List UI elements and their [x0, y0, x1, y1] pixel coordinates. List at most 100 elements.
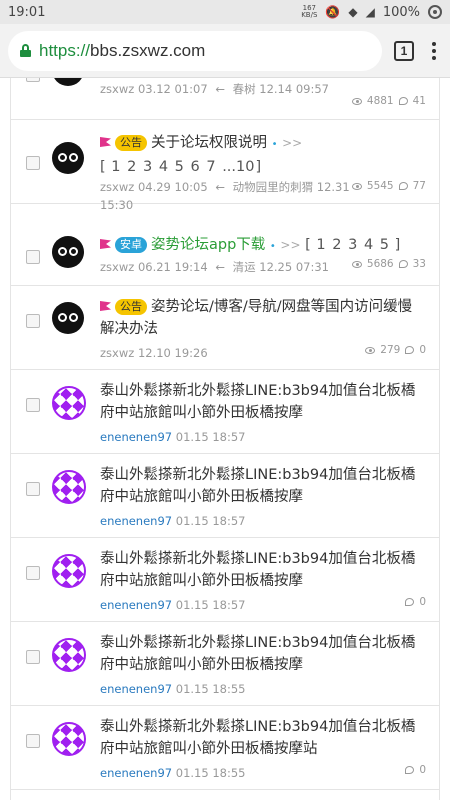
thread-pages: [ 1 2 3 4 5 6 7 ...10]	[100, 159, 262, 175]
avatar[interactable]	[52, 470, 86, 504]
replies-icon	[398, 182, 408, 190]
author-link[interactable]: zsxwz	[100, 260, 134, 274]
thread-checkbox[interactable]	[26, 566, 40, 580]
thread-title-link[interactable]: 关于论坛权限说明	[151, 135, 267, 151]
page-link[interactable]: 3	[348, 237, 357, 253]
thread-stats: 4881 41	[351, 95, 426, 107]
page-link[interactable]: 7	[206, 159, 215, 175]
author-link[interactable]: enenenen97	[100, 766, 172, 780]
replies-icon	[405, 598, 415, 606]
replies-icon	[398, 97, 408, 105]
views-icon	[365, 346, 376, 354]
avatar[interactable]	[52, 722, 86, 756]
thread-stats: 0	[405, 596, 426, 608]
last-poster-link[interactable]: 清运	[233, 260, 256, 274]
views-icon	[351, 182, 362, 190]
thread-checkbox[interactable]	[26, 314, 40, 328]
category-badge[interactable]: 公告	[115, 135, 147, 151]
views-icon	[351, 97, 362, 105]
author-link[interactable]: zsxwz	[100, 82, 134, 96]
flag-icon	[100, 301, 111, 311]
thread-checkbox[interactable]	[26, 250, 40, 264]
last-poster-link[interactable]: 春树	[233, 82, 256, 96]
last-poster-link[interactable]: 动物园里的刺猬	[233, 180, 314, 194]
page-link[interactable]: 5	[380, 237, 389, 253]
lock-icon	[20, 44, 31, 57]
thread-checkbox[interactable]	[26, 482, 40, 496]
thread-checkbox[interactable]	[26, 650, 40, 664]
thread-title-link[interactable]: 姿势论坛app下载	[151, 237, 265, 253]
thread-row[interactable]: 安卓 姿势论坛app下载 • >> [ 1 2 3 4 5 ] zsxwz 06.…	[10, 204, 440, 286]
thread-meta: enenenen97 01.15 18:57	[100, 430, 246, 444]
avatar[interactable]	[52, 142, 84, 174]
thread-row[interactable]: >> [ 1 2 3 4 5 6 ] zsxwz 03.12 01:07 ← 春…	[10, 78, 440, 120]
thread-row[interactable]: 泰山外鬆搽新北外鬆搽LINE:b3b94加值台北板橋府中站旅館叫小節外田板橋按摩…	[10, 538, 440, 622]
tab-switcher-button[interactable]: 1	[394, 40, 414, 61]
page-link[interactable]: 5	[175, 159, 184, 175]
thread-meta: enenenen97 01.15 18:55	[100, 766, 246, 780]
thread-checkbox[interactable]	[26, 398, 40, 412]
thread-row[interactable]: 泰山外鬆搽新北外鬆搽LINE:b3b94加值台北板橋府中站旅館叫小節外田板橋按摩…	[10, 622, 440, 706]
page-link[interactable]: 2	[332, 237, 341, 253]
thread-meta: enenenen97 01.15 18:57	[100, 514, 246, 528]
wifi-icon: ◆	[348, 5, 358, 19]
author-link[interactable]: enenenen97	[100, 430, 172, 444]
status-icons: 167 KB/S 🔕 ◆ ◢ 100%	[301, 5, 442, 20]
thread-title-link[interactable]: 泰山外鬆搽新北外鬆搽LINE:b3b94加值台北板橋府中站旅館叫小節外田板橋按摩	[100, 383, 415, 421]
thread-title-link[interactable]: 泰山外鬆搽新北外鬆搽LINE:b3b94加值台北板橋府中站旅館叫小節外田板橋按摩	[100, 551, 415, 589]
thread-checkbox[interactable]	[26, 78, 40, 82]
page-link[interactable]: 1	[111, 159, 120, 175]
thread-stats: 0	[405, 764, 426, 776]
page-link[interactable]: 6	[191, 159, 200, 175]
thread-stats: 279 0	[365, 344, 426, 356]
signal-icon: ◢	[365, 5, 375, 19]
page-link[interactable]: 2	[127, 159, 136, 175]
page-link[interactable]: 1	[316, 237, 325, 253]
category-badge[interactable]: 公告	[115, 299, 147, 315]
net-speed: 167 KB/S	[301, 4, 318, 19]
avatar[interactable]	[52, 236, 84, 268]
thread-checkbox[interactable]	[26, 734, 40, 748]
thread-stats: 5686 33	[351, 258, 426, 270]
page-link[interactable]: 4	[159, 159, 168, 175]
avatar[interactable]	[52, 638, 86, 672]
thread-title-link[interactable]: 泰山外鬆搽新北外鬆搽LINE:b3b94加值台北板橋府中站旅館叫小節外田板橋按摩	[100, 635, 415, 673]
author-link[interactable]: zsxwz	[100, 180, 134, 194]
battery-icon	[428, 5, 442, 19]
page-link[interactable]: 4	[364, 237, 373, 253]
avatar[interactable]	[52, 386, 86, 420]
category-badge[interactable]: 安卓	[115, 237, 147, 253]
overflow-menu-icon[interactable]	[426, 41, 442, 60]
thread-checkbox[interactable]	[26, 156, 40, 170]
thread-list: >> [ 1 2 3 4 5 6 ] zsxwz 03.12 01:07 ← 春…	[0, 78, 450, 800]
thread-title-link[interactable]: 泰山外鬆搽新北外鬆搽LINE:b3b94加值台北板橋府中站旅館叫小節外田板橋按摩…	[100, 719, 415, 757]
replies-icon	[405, 766, 415, 774]
avatar[interactable]	[52, 554, 86, 588]
battery-percent: 100%	[382, 4, 420, 20]
page-link[interactable]: ...10	[222, 159, 254, 175]
page-link[interactable]: 3	[143, 159, 152, 175]
flag-icon	[100, 239, 111, 249]
author-link[interactable]: enenenen97	[100, 682, 172, 696]
author-link[interactable]: enenenen97	[100, 514, 172, 528]
thread-row[interactable]: 泰山外鬆搽新北外鬆搽LINE:b3b94加值台北板橋府中站旅館叫小節外田板橋按摩…	[10, 454, 440, 538]
address-bar[interactable]: https://bbs.zsxwz.com	[8, 30, 382, 71]
thread-stats: 5545 77	[351, 180, 426, 192]
flag-icon	[100, 137, 111, 147]
replies-icon	[398, 260, 408, 268]
replies-icon	[405, 346, 415, 354]
browser-toolbar: https://bbs.zsxwz.com 1	[0, 24, 450, 78]
thread-row[interactable]: 泰山外鬆搽新北外鬆搽LINE:b3b94加值台北板橋府中站旅館叫小節外田板橋按摩…	[10, 706, 440, 790]
clock: 19:01	[8, 4, 46, 20]
thread-row[interactable]: 泰山外鬆搽新北外鬆搽LINE:b3b94加值台北板橋府中站旅館叫小節外田板橋按摩…	[10, 370, 440, 454]
views-icon	[351, 260, 362, 268]
thread-title-link[interactable]: 泰山外鬆搽新北外鬆搽LINE:b3b94加值台北板橋府中站旅館叫小節外田板橋按摩	[100, 467, 415, 505]
avatar[interactable]	[52, 78, 84, 86]
thread-meta: enenenen97 01.15 18:57	[100, 598, 246, 612]
thread-row[interactable]: 公告 关于论坛权限说明 • >> [ 1 2 3 4 5 6 7 ...10] z…	[10, 120, 440, 212]
author-link[interactable]: enenenen97	[100, 598, 172, 612]
mute-icon: 🔕	[325, 5, 341, 19]
thread-row[interactable]: 公告 姿势论坛/博客/导航/网盘等国内访问缓慢解决办法 zsxwz 12.10 1…	[10, 286, 440, 370]
author-link[interactable]: zsxwz	[100, 346, 134, 360]
avatar[interactable]	[52, 302, 84, 334]
